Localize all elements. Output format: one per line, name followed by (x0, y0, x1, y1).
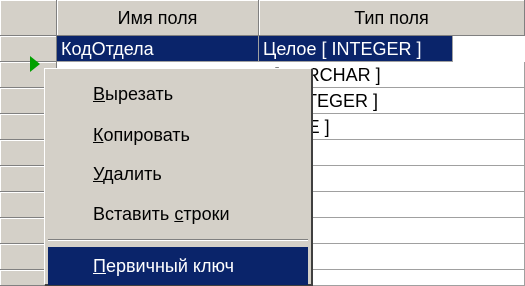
cell-field-type[interactable]: Целое [ INTEGER ] (259, 36, 453, 62)
menu-item-accelerator: с (174, 204, 184, 224)
menu-item-label: ервичный ключ (105, 256, 234, 276)
menu-separator (48, 239, 308, 241)
column-header-field-type[interactable]: Тип поля (259, 0, 525, 36)
menu-item-cut[interactable]: Вырезать (48, 75, 308, 113)
menu-item-label: далить (103, 164, 162, 184)
row-indicator-header (0, 0, 57, 36)
row-indicator[interactable] (0, 36, 57, 62)
menu-item-insert-rows[interactable]: Вставить строки (48, 195, 308, 233)
menu-item-primary-key[interactable]: Первичный ключ (48, 247, 308, 285)
menu-item-label: ырезать (105, 84, 174, 104)
menu-item-accelerator: К (93, 125, 104, 145)
menu-item-accelerator: П (93, 256, 106, 276)
menu-item-accelerator: В (93, 84, 106, 104)
menu-item-accelerator: У (93, 164, 104, 184)
current-row-arrow-icon (30, 56, 40, 72)
menu-item-delete[interactable]: Удалить (48, 155, 308, 193)
menu-item-copy[interactable]: Копировать (48, 116, 308, 154)
menu-item-label: опировать (103, 125, 190, 145)
context-menu: Вырезать Копировать Удалить Вставить стр… (44, 68, 313, 286)
column-header-field-name[interactable]: Имя поля (57, 0, 259, 36)
cell-field-name[interactable]: КодОтдела (57, 36, 259, 62)
menu-item-label: троки (183, 204, 230, 224)
menu-item-label: Вставить (93, 204, 175, 224)
